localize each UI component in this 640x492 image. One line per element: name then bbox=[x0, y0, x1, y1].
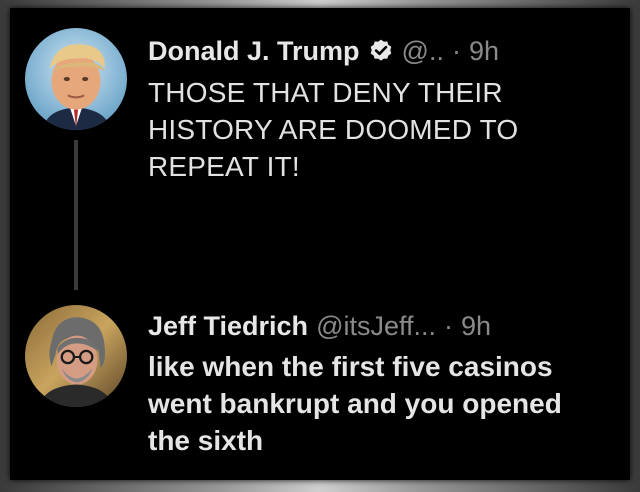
tweet-1[interactable]: Donald J. Trump @.. · 9h THOSE THAT DENY… bbox=[10, 8, 630, 298]
tweet-text-line: REPEAT IT! bbox=[148, 151, 300, 182]
timestamp[interactable]: 9h bbox=[469, 34, 499, 68]
tweet-thread-frame: Donald J. Trump @.. · 9h THOSE THAT DENY… bbox=[10, 8, 630, 480]
avatar-jeff[interactable] bbox=[25, 305, 127, 407]
meta-separator: · bbox=[451, 36, 461, 66]
tweet-text-line: the sixth bbox=[148, 425, 264, 456]
timestamp[interactable]: 9h bbox=[461, 309, 491, 343]
tweet-1-text: THOSE THAT DENY THEIR HISTORY ARE DOOMED… bbox=[148, 74, 620, 185]
handle[interactable]: @itsJeff... bbox=[316, 309, 436, 343]
avatar-trump-image bbox=[25, 28, 127, 130]
thread-connector-line bbox=[74, 140, 78, 290]
tweet-text-line: THOSE THAT DENY THEIR bbox=[148, 77, 503, 108]
verified-badge-icon bbox=[368, 38, 394, 64]
meta-separator: · bbox=[444, 311, 454, 341]
tweet-2-content: Jeff Tiedrich @itsJeff... · 9h like when… bbox=[148, 309, 620, 459]
tweet-2-header: Jeff Tiedrich @itsJeff... · 9h bbox=[148, 309, 620, 343]
display-name[interactable]: Jeff Tiedrich bbox=[148, 309, 308, 343]
handle[interactable]: @.. bbox=[402, 34, 444, 68]
tweet-2[interactable]: Jeff Tiedrich @itsJeff... · 9h like when… bbox=[10, 293, 630, 480]
tweet-1-header: Donald J. Trump @.. · 9h bbox=[148, 34, 620, 68]
tweet-text-line: like when the first five casinos bbox=[148, 351, 553, 382]
tweet-1-content: Donald J. Trump @.. · 9h THOSE THAT DENY… bbox=[148, 34, 620, 185]
avatar-trump[interactable] bbox=[25, 28, 127, 130]
avatar-jeff-image bbox=[25, 305, 127, 407]
tweet-2-text: like when the first five casinos went ba… bbox=[148, 348, 620, 459]
tweet-text-line: HISTORY ARE DOOMED TO bbox=[148, 114, 519, 145]
display-name[interactable]: Donald J. Trump bbox=[148, 34, 360, 68]
tweet-text-line: went bankrupt and you opened bbox=[148, 388, 562, 419]
